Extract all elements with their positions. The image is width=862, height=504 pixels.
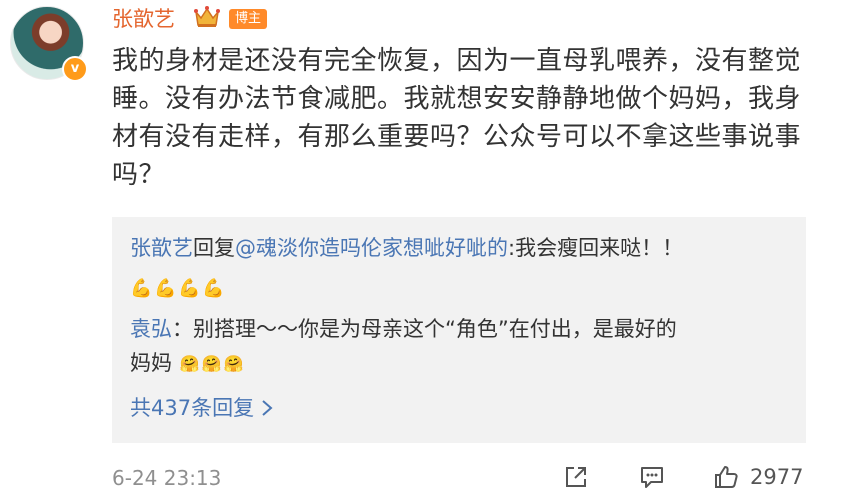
verified-badge: v bbox=[62, 56, 88, 82]
reply-text: 别搭理～～你是为母亲这个“角色”在付出，是最好的 bbox=[193, 317, 677, 341]
weibo-post: v 张歆艺 博主 我的身材是还没有完全恢复，因为一直母乳喂养，没有整觉睡。没有办… bbox=[0, 0, 862, 504]
share-button[interactable] bbox=[562, 461, 590, 493]
blogger-badge: 博主 bbox=[229, 9, 268, 29]
comment-button[interactable] bbox=[638, 461, 666, 493]
post-text: 我的身材是还没有完全恢复，因为一直母乳喂养，没有整觉睡。没有办法节食减肥。我就想… bbox=[112, 46, 802, 190]
reply-box[interactable]: 张歆艺回复@魂淡你造吗伦家想呲好呲的:我会瘦回来哒！！ 💪 💪 💪 💪 袁弘：别… bbox=[112, 217, 806, 443]
crown-icon bbox=[194, 6, 220, 27]
hugging-face-icon: 🤗 bbox=[201, 354, 222, 373]
hugging-face-icon: 🤗 bbox=[179, 354, 200, 373]
hugging-face-icon: 🤗 bbox=[223, 354, 244, 373]
reply-2-continued: 妈妈 🤗 🤗 🤗 bbox=[130, 348, 245, 378]
reply-2: 袁弘：别搭理～～你是为母亲这个“角色”在付出，是最好的 bbox=[130, 314, 677, 344]
reply-text: :我会瘦回来哒！！ bbox=[508, 236, 684, 260]
reply-author-link[interactable]: 张歆艺 bbox=[130, 236, 193, 260]
reply-1: 张歆艺回复@魂淡你造吗伦家想呲好呲的:我会瘦回来哒！！ bbox=[130, 233, 683, 263]
flexed-bicep-icon: 💪 bbox=[202, 278, 225, 299]
reply-separator: ： bbox=[172, 317, 193, 341]
thumbs-up-icon bbox=[715, 466, 738, 488]
emoji-row: 💪 💪 💪 💪 bbox=[130, 278, 224, 300]
flexed-bicep-icon: 💪 bbox=[130, 278, 153, 299]
more-replies-label: 共437条回复 bbox=[130, 396, 255, 420]
reply-action: 回复 bbox=[193, 236, 235, 260]
like-count: 2977 bbox=[750, 465, 804, 489]
post-timestamp: 6-24 23:13 bbox=[112, 466, 222, 490]
reply-text: 妈妈 bbox=[130, 351, 172, 375]
mention-link[interactable]: @魂淡你造吗伦家想呲好呲的 bbox=[235, 236, 508, 260]
flexed-bicep-icon: 💪 bbox=[178, 278, 201, 299]
share-icon bbox=[566, 467, 586, 487]
chevron-right-icon bbox=[262, 400, 273, 416]
reply-author-link[interactable]: 袁弘 bbox=[130, 317, 172, 341]
more-replies-link[interactable]: 共437条回复 bbox=[130, 393, 274, 423]
comment-icon bbox=[641, 467, 663, 488]
like-button[interactable]: 2977 bbox=[712, 461, 803, 493]
author-name[interactable]: 张歆艺 bbox=[112, 6, 175, 32]
flexed-bicep-icon: 💪 bbox=[154, 278, 177, 299]
